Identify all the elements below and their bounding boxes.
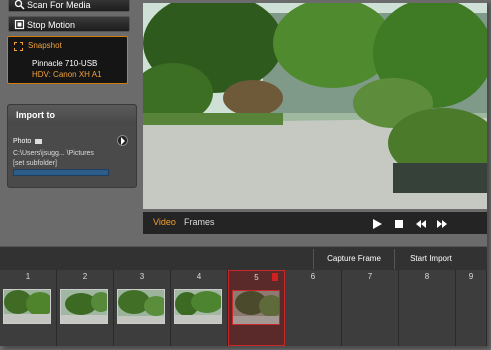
tab-video[interactable]: Video — [153, 217, 176, 227]
frame-slot[interactable]: 6 — [285, 270, 342, 346]
scan-for-media-label: Scan For Media — [27, 0, 91, 10]
frame-thumbnail[interactable] — [60, 289, 108, 324]
photo-destination: Photo — [13, 138, 43, 145]
frame-thumbnail[interactable] — [174, 289, 222, 324]
frame-slot[interactable]: 8 — [399, 270, 456, 346]
snapshot-panel[interactable]: Snapshot Pinnacle 710-USB HDV: Canon XH … — [7, 36, 128, 84]
app-frame: Scan For Media Stop Motion Snapshot Pinn… — [0, 0, 487, 346]
photo-label: Photo — [13, 138, 32, 145]
browse-arrow-button[interactable] — [117, 135, 128, 146]
frame-number: 8 — [424, 272, 430, 281]
stop-motion-label: Stop Motion — [27, 20, 76, 30]
search-icon — [14, 0, 25, 10]
frame-slot[interactable]: 3 — [114, 270, 171, 346]
import-path: C:\Users\jsugg... \Pictures — [13, 150, 94, 157]
frame-slot-active[interactable]: 5 — [228, 270, 285, 346]
import-title: Import to — [8, 105, 136, 125]
import-panel: Import to Photo C:\Users\jsugg... \Pictu… — [7, 104, 137, 188]
start-import-button[interactable]: Start Import — [395, 247, 467, 271]
delete-icon[interactable] — [272, 273, 278, 281]
frame-slot[interactable]: 4 — [171, 270, 228, 346]
fast-forward-icon[interactable] — [436, 217, 448, 229]
frame-number: 3 — [139, 272, 145, 281]
frames-timeline: 1 2 3 4 5 6 7 8 9 — [0, 270, 487, 346]
action-bar: Capture Frame Start Import — [0, 246, 487, 271]
storage-bar — [13, 169, 109, 176]
snapshot-title: Snapshot — [28, 41, 62, 50]
folder-icon — [35, 138, 43, 144]
frame-thumbnail[interactable] — [3, 289, 51, 324]
scan-for-media-button[interactable]: Scan For Media — [8, 0, 130, 12]
snapshot-icon — [14, 42, 23, 51]
play-icon[interactable] — [371, 217, 383, 229]
stop-motion-button[interactable]: Stop Motion — [8, 16, 130, 32]
frame-slot[interactable]: 7 — [342, 270, 399, 346]
video-control-bar: Video Frames — [143, 212, 487, 234]
set-subfolder[interactable]: [set subfolder] — [13, 160, 57, 167]
rewind-icon[interactable] — [415, 217, 427, 229]
frame-number: 4 — [196, 272, 202, 281]
capture-frame-button[interactable]: Capture Frame — [314, 247, 394, 271]
frame-slot[interactable]: 2 — [57, 270, 114, 346]
video-preview — [143, 3, 487, 209]
frame-thumbnail[interactable] — [117, 289, 165, 324]
frame-number: 7 — [367, 272, 373, 281]
frame-number: 2 — [82, 272, 88, 281]
frame-number: 1 — [25, 272, 31, 281]
tab-frames[interactable]: Frames — [184, 217, 215, 227]
frame-number: 9 — [468, 272, 474, 281]
frame-slot[interactable]: 1 — [0, 270, 57, 346]
frame-thumbnail[interactable] — [232, 290, 280, 325]
device-name: Pinnacle 710-USB — [32, 59, 98, 68]
stop-icon[interactable] — [393, 217, 405, 229]
frame-number: 6 — [310, 272, 316, 281]
stop-motion-icon — [14, 19, 25, 30]
source-name: HDV: Canon XH A1 — [32, 70, 102, 79]
frame-slot[interactable]: 9 — [456, 270, 487, 346]
